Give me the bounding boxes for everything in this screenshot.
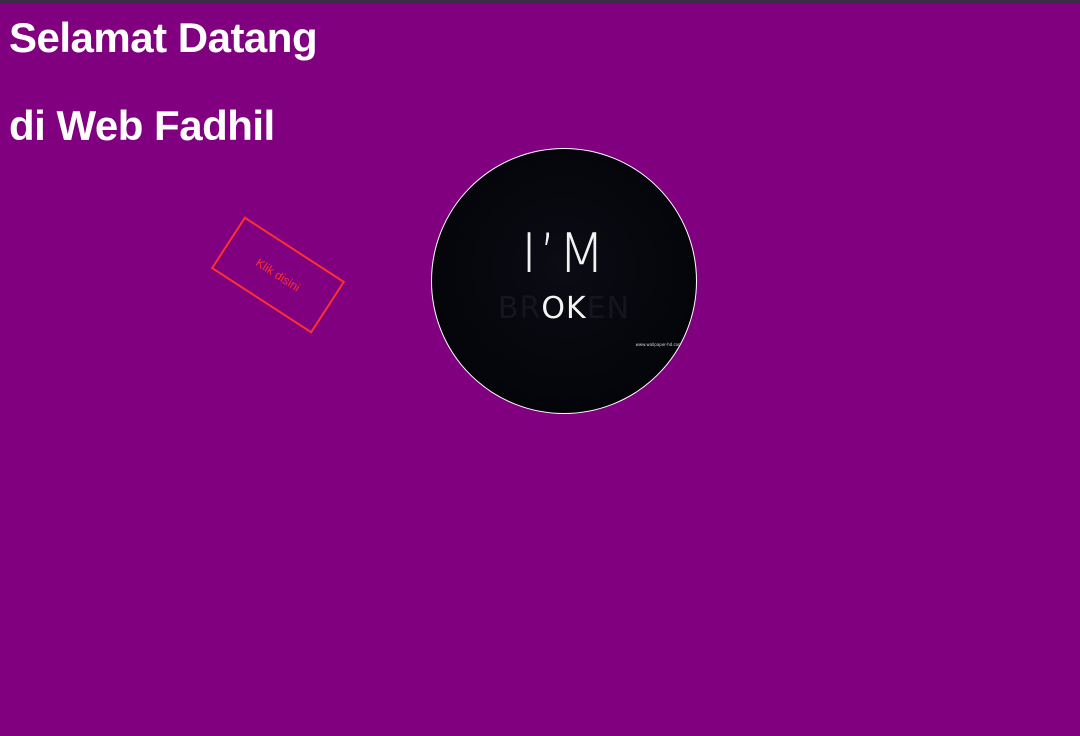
image-text-broken: BROKEN [432,294,696,324]
image-text-ok: OK [541,291,587,326]
welcome-heading-line-1: Selamat Datang [9,14,318,61]
image-text-broken-prefix: BR [497,291,542,326]
click-here-button[interactable]: Klik disini [210,216,346,334]
image-watermark: www.wallpaper-hd.com [635,342,682,347]
image-text-broken-suffix: EN [586,291,631,326]
image-text-im: I’M [521,222,607,285]
click-here-label: Klik disini [253,255,303,295]
profile-image: I’M BROKEN www.wallpaper-hd.com [431,148,697,414]
top-strip [0,0,1080,3]
welcome-heading-line-2: di Web Fadhil [9,102,275,149]
